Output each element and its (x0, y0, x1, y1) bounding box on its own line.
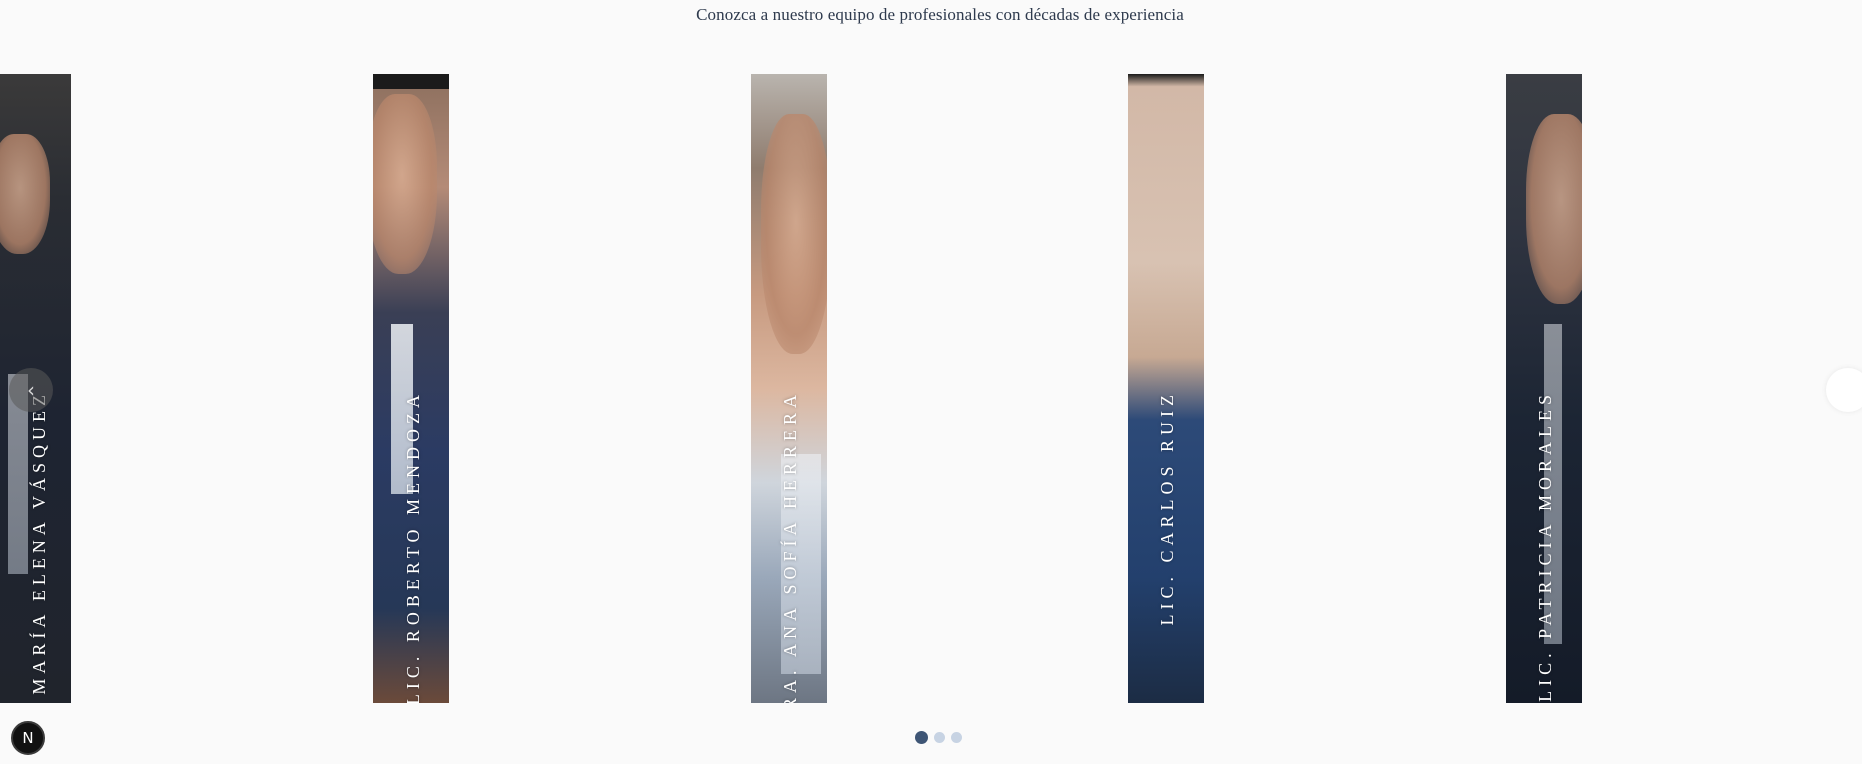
team-section: Conozca a nuestro equipo de profesionale… (0, 0, 1862, 764)
n-logo-badge[interactable]: N (11, 721, 45, 755)
carousel-dot[interactable] (934, 732, 945, 743)
team-member-name: Dra. María Elena Vásquez (29, 390, 49, 703)
team-member-name: Lic. Patricia Morales (1535, 390, 1555, 702)
team-card[interactable]: Lic. Carlos Ruiz (1128, 74, 1204, 703)
team-member-name: Lic. Roberto Mendoza (403, 390, 423, 703)
carousel-pagination (915, 731, 962, 744)
carousel-prev-button[interactable]: ‹ (9, 368, 53, 412)
carousel-next-button[interactable] (1826, 368, 1862, 412)
chevron-left-icon: ‹ (27, 378, 35, 402)
team-card[interactable]: Lic. Patricia Morales (1506, 74, 1582, 703)
team-member-name: Dra. Ana Sofía Herrera (780, 390, 800, 703)
badge-label: N (22, 729, 34, 747)
team-card[interactable]: Lic. Roberto Mendoza (373, 74, 449, 703)
team-member-name: Lic. Carlos Ruiz (1157, 390, 1177, 626)
carousel-dot[interactable] (951, 732, 962, 743)
carousel-dot[interactable] (915, 731, 928, 744)
section-subtitle: Conozca a nuestro equipo de profesionale… (696, 5, 1184, 24)
team-card[interactable]: Dra. Ana Sofía Herrera (751, 74, 827, 703)
